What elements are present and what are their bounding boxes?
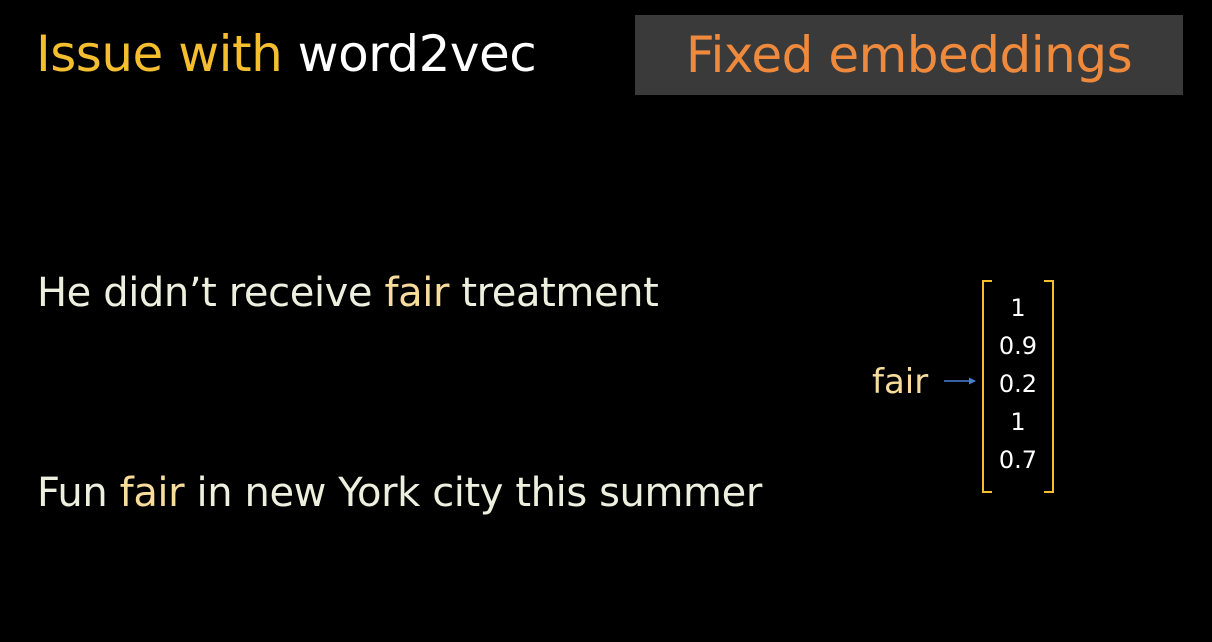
- sentence-text: Fun: [37, 470, 120, 516]
- vector-word-label: fair: [872, 362, 929, 402]
- vector-value: 1: [1010, 294, 1026, 322]
- example-sentence-1: He didn’t receive fair treatment: [37, 268, 659, 318]
- vector-value: 0.2: [998, 370, 1038, 398]
- fixed-embeddings-label: Fixed embeddings: [635, 15, 1183, 95]
- sentence-text: in new York city this summer: [184, 470, 763, 516]
- sentence-highlight-word: fair: [384, 270, 450, 316]
- vector-value: 0.7: [998, 446, 1038, 474]
- sentence-text: treatment: [449, 270, 659, 316]
- fixed-embeddings-text: Fixed embeddings: [685, 26, 1133, 84]
- slide-title: Issue with word2vec: [36, 22, 537, 86]
- title-plain: word2vec: [297, 25, 537, 83]
- vector-values: 1 0.9 0.2 1 0.7: [978, 289, 1058, 479]
- example-sentence-2: Fun fair in new York city this summer: [37, 468, 762, 518]
- sentence-text: He didn’t receive: [37, 270, 385, 316]
- title-highlight: Issue with: [36, 25, 298, 83]
- vector-value: 0.9: [998, 332, 1038, 360]
- arrow-right-icon: [944, 377, 976, 385]
- vector-value: 1: [1010, 408, 1026, 436]
- embedding-vector: 1 0.9 0.2 1 0.7: [978, 279, 1058, 494]
- sentence-highlight-word: fair: [119, 470, 185, 516]
